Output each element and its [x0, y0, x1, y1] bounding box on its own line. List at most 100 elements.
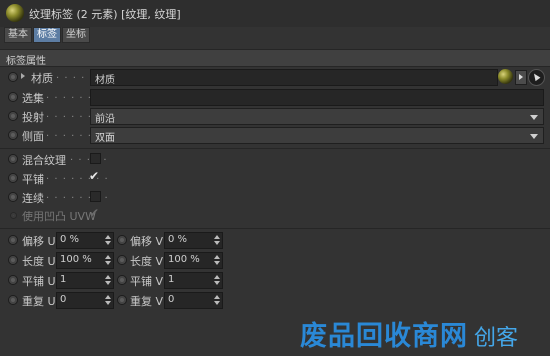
tab-coordinates[interactable]: 坐标	[62, 27, 90, 43]
repeat-u-value: 0	[60, 294, 67, 305]
mix-texture-row: 混合纹理 . . . . .	[0, 150, 550, 168]
spinner-arrows-icon[interactable]	[105, 255, 111, 266]
material-row: 材质 . . . . . . . 材质	[0, 68, 550, 86]
projection-dropdown[interactable]: 前沿	[90, 108, 544, 125]
projection-value: 前沿	[95, 114, 115, 125]
spinner-arrows-icon[interactable]	[214, 295, 220, 306]
animate-radio[interactable]	[8, 192, 18, 202]
projection-row: 投射 . . . . . . . . . 前沿	[0, 107, 550, 125]
length-u-label: 长度 U	[22, 255, 56, 268]
bump-uvw-row: 使用凹凸 UVW ✔	[0, 206, 550, 224]
bump-uvw-checked-icon: ✔	[89, 206, 100, 220]
tiles-v-label: 平铺 V	[130, 275, 164, 288]
spinner-arrows-icon[interactable]	[105, 275, 111, 286]
offset-row: 偏移 U 0 % 偏移 V 0 %	[0, 231, 550, 249]
material-menu-arrow-icon[interactable]	[515, 70, 527, 85]
repeat-u-input[interactable]: 0	[56, 292, 114, 309]
mix-texture-dots: . . . . .	[70, 152, 108, 163]
material-sphere-icon	[6, 4, 24, 22]
bump-uvw-label: 使用凹凸 UVW	[22, 210, 96, 223]
offset-u-value: 0 %	[60, 234, 80, 245]
mix-texture-label: 混合纹理	[22, 154, 66, 167]
window-title: 纹理标签 (2 元素) [纹理, 纹理]	[29, 8, 181, 21]
length-u-input[interactable]: 100 %	[56, 252, 114, 269]
tile-row: 平铺 . . . . . . . . ✔	[0, 169, 550, 187]
watermark-text: 废品回收商网	[300, 321, 468, 352]
animate-radio[interactable]	[8, 295, 18, 305]
tab-basic[interactable]: 基本	[4, 27, 32, 43]
title-bar: 纹理标签 (2 元素) [纹理, 纹理]	[0, 0, 550, 27]
tiles-u-input[interactable]: 1	[56, 272, 114, 289]
section-title: 标签属性	[6, 56, 46, 67]
offset-u-input[interactable]: 0 %	[56, 232, 114, 249]
length-v-value: 100 %	[168, 254, 200, 265]
repeat-row: 重复 U 0 重复 V 0	[0, 291, 550, 309]
tile-dots: . . . . . . . .	[46, 171, 109, 182]
selection-field[interactable]	[90, 89, 544, 106]
seamless-label: 连续	[22, 192, 44, 205]
tab-tag[interactable]: 标签	[33, 27, 61, 43]
material-value: 材质	[95, 75, 115, 86]
animate-radio[interactable]	[8, 130, 18, 140]
material-label: 材质	[31, 72, 53, 85]
selection-row: 选集 . . . . . . . . .	[0, 88, 550, 106]
spinner-arrows-icon[interactable]	[105, 235, 111, 246]
animate-radio[interactable]	[8, 111, 18, 121]
section-header: 标签属性	[0, 49, 550, 67]
mix-texture-checkbox[interactable]	[90, 153, 101, 164]
side-value: 双面	[95, 133, 115, 144]
offset-v-label: 偏移 V	[130, 235, 164, 248]
animate-radio[interactable]	[8, 92, 18, 102]
animate-radio[interactable]	[117, 235, 127, 245]
material-link-field[interactable]: 材质	[90, 69, 498, 86]
animate-radio[interactable]	[8, 154, 18, 164]
seamless-checkbox[interactable]	[90, 191, 101, 202]
side-label: 侧面	[22, 130, 44, 143]
spinner-arrows-icon[interactable]	[214, 255, 220, 266]
tiles-v-input[interactable]: 1	[164, 272, 223, 289]
length-u-value: 100 %	[60, 254, 92, 265]
animate-radio[interactable]	[8, 255, 18, 265]
divider	[0, 228, 550, 229]
animate-radio[interactable]	[117, 295, 127, 305]
animate-radio[interactable]	[117, 255, 127, 265]
offset-u-label: 偏移 U	[22, 235, 56, 248]
side-dropdown[interactable]: 双面	[90, 127, 544, 144]
repeat-v-input[interactable]: 0	[164, 292, 223, 309]
animate-radio[interactable]	[8, 72, 18, 82]
animate-radio[interactable]	[8, 275, 18, 285]
tab-bar: 基本 标签 坐标	[4, 27, 91, 43]
expand-arrow-icon[interactable]	[21, 73, 25, 79]
repeat-v-value: 0	[168, 294, 175, 305]
material-preview-icon	[498, 69, 513, 84]
tiles-u-label: 平铺 U	[22, 275, 56, 288]
chevron-down-icon	[530, 134, 538, 139]
offset-v-value: 0 %	[168, 234, 188, 245]
tile-label: 平铺	[22, 173, 44, 186]
tiles-row: 平铺 U 1 平铺 V 1	[0, 271, 550, 289]
watermark: 废品回收商网 创客	[300, 314, 518, 354]
seamless-row: 连续 . . . . . . . .	[0, 188, 550, 206]
spinner-arrows-icon[interactable]	[105, 295, 111, 306]
tiles-u-value: 1	[60, 274, 67, 285]
divider	[0, 148, 550, 149]
offset-v-input[interactable]: 0 %	[164, 232, 223, 249]
animate-radio	[10, 212, 17, 219]
length-v-input[interactable]: 100 %	[164, 252, 223, 269]
tiles-v-value: 1	[168, 274, 175, 285]
spinner-arrows-icon[interactable]	[214, 275, 220, 286]
pick-cursor-icon[interactable]	[528, 69, 545, 86]
chevron-down-icon	[530, 115, 538, 120]
side-row: 侧面 . . . . . . . . . 双面	[0, 126, 550, 144]
watermark-sub: 创客	[474, 326, 519, 351]
repeat-u-label: 重复 U	[22, 295, 56, 308]
animate-radio[interactable]	[8, 235, 18, 245]
animate-radio[interactable]	[117, 275, 127, 285]
spinner-arrows-icon[interactable]	[214, 235, 220, 246]
selection-label: 选集	[22, 92, 44, 105]
tile-checkbox-checked-icon[interactable]: ✔	[89, 169, 99, 183]
length-v-label: 长度 V	[130, 255, 164, 268]
length-row: 长度 U 100 % 长度 V 100 %	[0, 251, 550, 269]
animate-radio[interactable]	[8, 173, 18, 183]
projection-label: 投射	[22, 111, 44, 124]
